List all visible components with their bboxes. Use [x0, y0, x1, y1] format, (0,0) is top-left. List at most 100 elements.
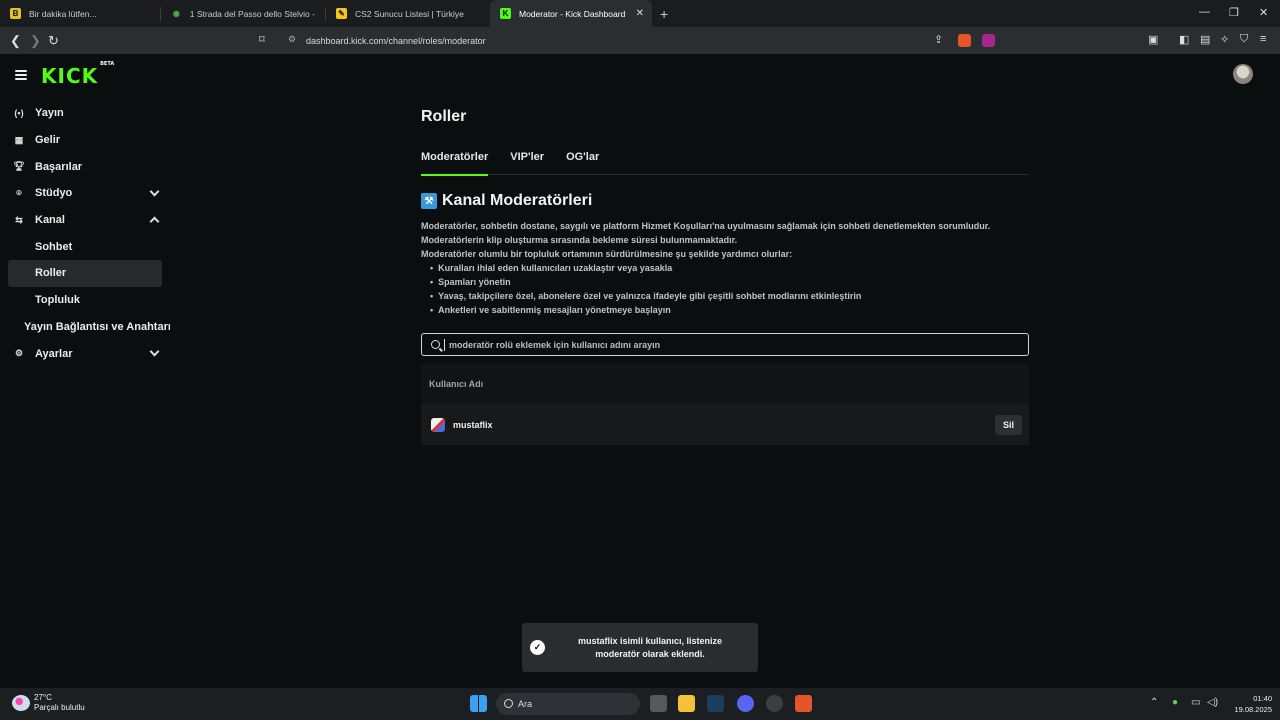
sidebar-item-roller[interactable]: Roller [8, 260, 162, 287]
url-text: dashboard.kick.com/channel/roles/moderat… [306, 35, 486, 46]
taskbar-search-label: Ara [518, 699, 533, 709]
vpn-icon[interactable]: ⛉ [1240, 33, 1248, 46]
tab-vipler[interactable]: VIP'ler [510, 151, 544, 175]
description-bullets: Kuralları ihlal eden kullanıcıları uzakl… [438, 261, 1029, 317]
sidebar-item-label: Sohbet [35, 240, 73, 253]
app-icon[interactable] [766, 695, 783, 712]
sidebar: (•) Yayın ▦ Gelir 🏆︎ Başarılar ⌾ Stüdyo … [0, 100, 170, 367]
description-bullet: Yavaş, takipçilere özel, abonelere özel … [438, 289, 1029, 303]
close-window-icon[interactable]: ✕ [1259, 6, 1268, 19]
search-icon [431, 340, 440, 349]
moderator-hammer-icon: ⚒ [421, 193, 437, 209]
remove-moderator-button[interactable]: Sil [995, 415, 1022, 435]
description-line: Moderatörlerin klip oluşturma sırasında … [421, 235, 738, 245]
site-info-icon[interactable]: ⚙ [288, 34, 296, 45]
toast-message: mustaflix isimli kullanıcı, listenize mo… [577, 635, 723, 659]
clock-date: 19.08.2025 [1234, 705, 1272, 714]
moderator-search[interactable] [421, 333, 1029, 356]
tab-favicon-icon: B [10, 8, 21, 19]
sidebar-item-label: Yayın Bağlantısı ve Anahtarı [24, 320, 170, 333]
bookmark-icon[interactable]: ⌑ [259, 33, 265, 46]
volume-icon[interactable]: ◁) [1207, 697, 1218, 708]
moderator-table: Kullanıcı Adı mustaflix Sil [421, 364, 1029, 445]
description-bullet: Kuralları ihlal eden kullanıcıları uzakl… [438, 261, 1029, 275]
brave-browser-icon[interactable] [795, 695, 812, 712]
tray-chevron-icon[interactable]: ⌃ [1150, 697, 1158, 708]
new-tab-icon[interactable]: + [660, 6, 668, 22]
section-title-text: Kanal Moderatörleri [442, 192, 593, 209]
wallet-icon[interactable]: ▤ [1200, 33, 1210, 46]
windows-taskbar: 27°C Parçalı bulutlu Ara ⌃ ● ▭ ◁) 01:40 … [0, 688, 1280, 720]
user-avatar[interactable] [1233, 64, 1253, 84]
moderator-search-input[interactable] [444, 338, 1028, 351]
weather-temp: 27°C [34, 693, 52, 702]
sidebar-item-basarilar[interactable]: 🏆︎ Başarılar [0, 153, 170, 180]
share-icon[interactable]: ⇪ [934, 33, 943, 46]
leo-icon[interactable]: ✧ [1220, 33, 1229, 46]
browser-tab[interactable]: B Bir dakika lütfen... [0, 0, 160, 27]
sidebar-icon[interactable]: ◧ [1179, 33, 1189, 46]
chevron-down-icon[interactable] [149, 346, 160, 357]
sidebar-item-label: Gelir [35, 134, 61, 147]
clock-time: 01:40 [1253, 694, 1272, 703]
browser-tab[interactable]: ◉ 1 Strada del Passo dello Stelvio - Goo [161, 0, 325, 27]
section-title: ⚒ Kanal Moderatörleri [421, 192, 1029, 210]
windows-start-icon[interactable] [470, 695, 487, 712]
forward-icon[interactable]: ❯ [30, 33, 41, 49]
taskbar-search[interactable]: Ara [496, 693, 640, 715]
sidebar-item-ayarlar[interactable]: ⚙ Ayarlar [0, 340, 170, 367]
studio-icon: ⌾ [16, 187, 22, 198]
sidebar-item-yayin[interactable]: (•) Yayın [0, 100, 170, 127]
map-pin-icon: ◉ [172, 9, 180, 18]
sidebar-item-label: Kanal [35, 214, 65, 227]
system-clock[interactable]: 01:40 19.08.2025 [1222, 693, 1272, 715]
tab-oglar[interactable]: OG'lar [566, 151, 599, 175]
sidebar-item-kanal[interactable]: ⇆ Kanal [0, 207, 170, 234]
tab-title: Moderator - Kick Dashboard [519, 8, 626, 19]
checkmark-icon: ✓ [530, 640, 545, 655]
weather-widget[interactable]: 27°C Parçalı bulutlu [12, 693, 85, 713]
browser-tab[interactable]: ✎ CS2 Sunucu Listesi | Türkiye [326, 0, 490, 27]
browser-tab-active[interactable]: K Moderator - Kick Dashboard ✕ [490, 0, 652, 27]
tab-title: Bir dakika lütfen... [29, 8, 97, 19]
chevron-down-icon[interactable] [149, 186, 160, 197]
brave-rewards-icon[interactable] [982, 34, 995, 47]
close-tab-icon[interactable]: ✕ [636, 8, 644, 19]
reader-icon[interactable]: ▣ [1148, 33, 1158, 46]
sidebar-item-gelir[interactable]: ▦ Gelir [0, 127, 170, 154]
file-explorer-icon[interactable] [678, 695, 695, 712]
kick-logo[interactable]: KICK BETA [41, 61, 114, 88]
sidebar-item-label: Başarılar [35, 160, 83, 173]
address-bar[interactable]: ⚙ dashboard.kick.com/channel/roles/moder… [282, 30, 1002, 51]
app-header: KICK BETA [0, 54, 1280, 98]
user-avatar-icon [431, 417, 445, 432]
maximize-icon[interactable]: ❐ [1229, 6, 1239, 19]
discord-icon[interactable] [737, 695, 754, 712]
chevron-up-icon[interactable] [149, 216, 160, 227]
microphone-icon[interactable]: ● [1172, 697, 1178, 708]
tab-favicon-icon: ✎ [336, 8, 347, 19]
sidebar-item-yayin-baglantisi[interactable]: Yayın Bağlantısı ve Anahtarı [0, 314, 170, 341]
trophy-icon: 🏆︎ [13, 161, 25, 172]
roles-tabs: Moderatörler VIP'ler OG'lar [421, 151, 1029, 176]
table-row: mustaflix Sil [421, 404, 1029, 445]
task-view-icon[interactable] [650, 695, 667, 712]
menu-icon[interactable]: ≡ [1260, 33, 1266, 45]
steam-icon[interactable] [707, 695, 724, 712]
brave-shields-icon[interactable] [958, 34, 971, 47]
tab-moderatorler[interactable]: Moderatörler [421, 151, 489, 176]
hamburger-menu-icon[interactable] [15, 70, 27, 80]
back-icon[interactable]: ❮ [10, 33, 21, 49]
minimize-icon[interactable]: — [1199, 6, 1210, 18]
sidebar-item-topluluk[interactable]: Topluluk [0, 287, 170, 314]
sidebar-item-label: Yayın [35, 107, 64, 120]
tab-title: 1 Strada del Passo dello Stelvio - Goo [189, 8, 315, 19]
sidebar-item-sohbet[interactable]: Sohbet [0, 233, 170, 260]
broadcast-icon: (•) [14, 108, 24, 119]
network-icon[interactable]: ▭ [1191, 697, 1200, 708]
column-header-username: Kullanıcı Adı [429, 379, 484, 389]
reload-icon[interactable]: ↻ [48, 33, 59, 49]
channel-icon: ⇆ [15, 214, 23, 225]
sidebar-item-studyo[interactable]: ⌾ Stüdyo [0, 180, 170, 207]
sidebar-item-label: Roller [35, 267, 67, 280]
